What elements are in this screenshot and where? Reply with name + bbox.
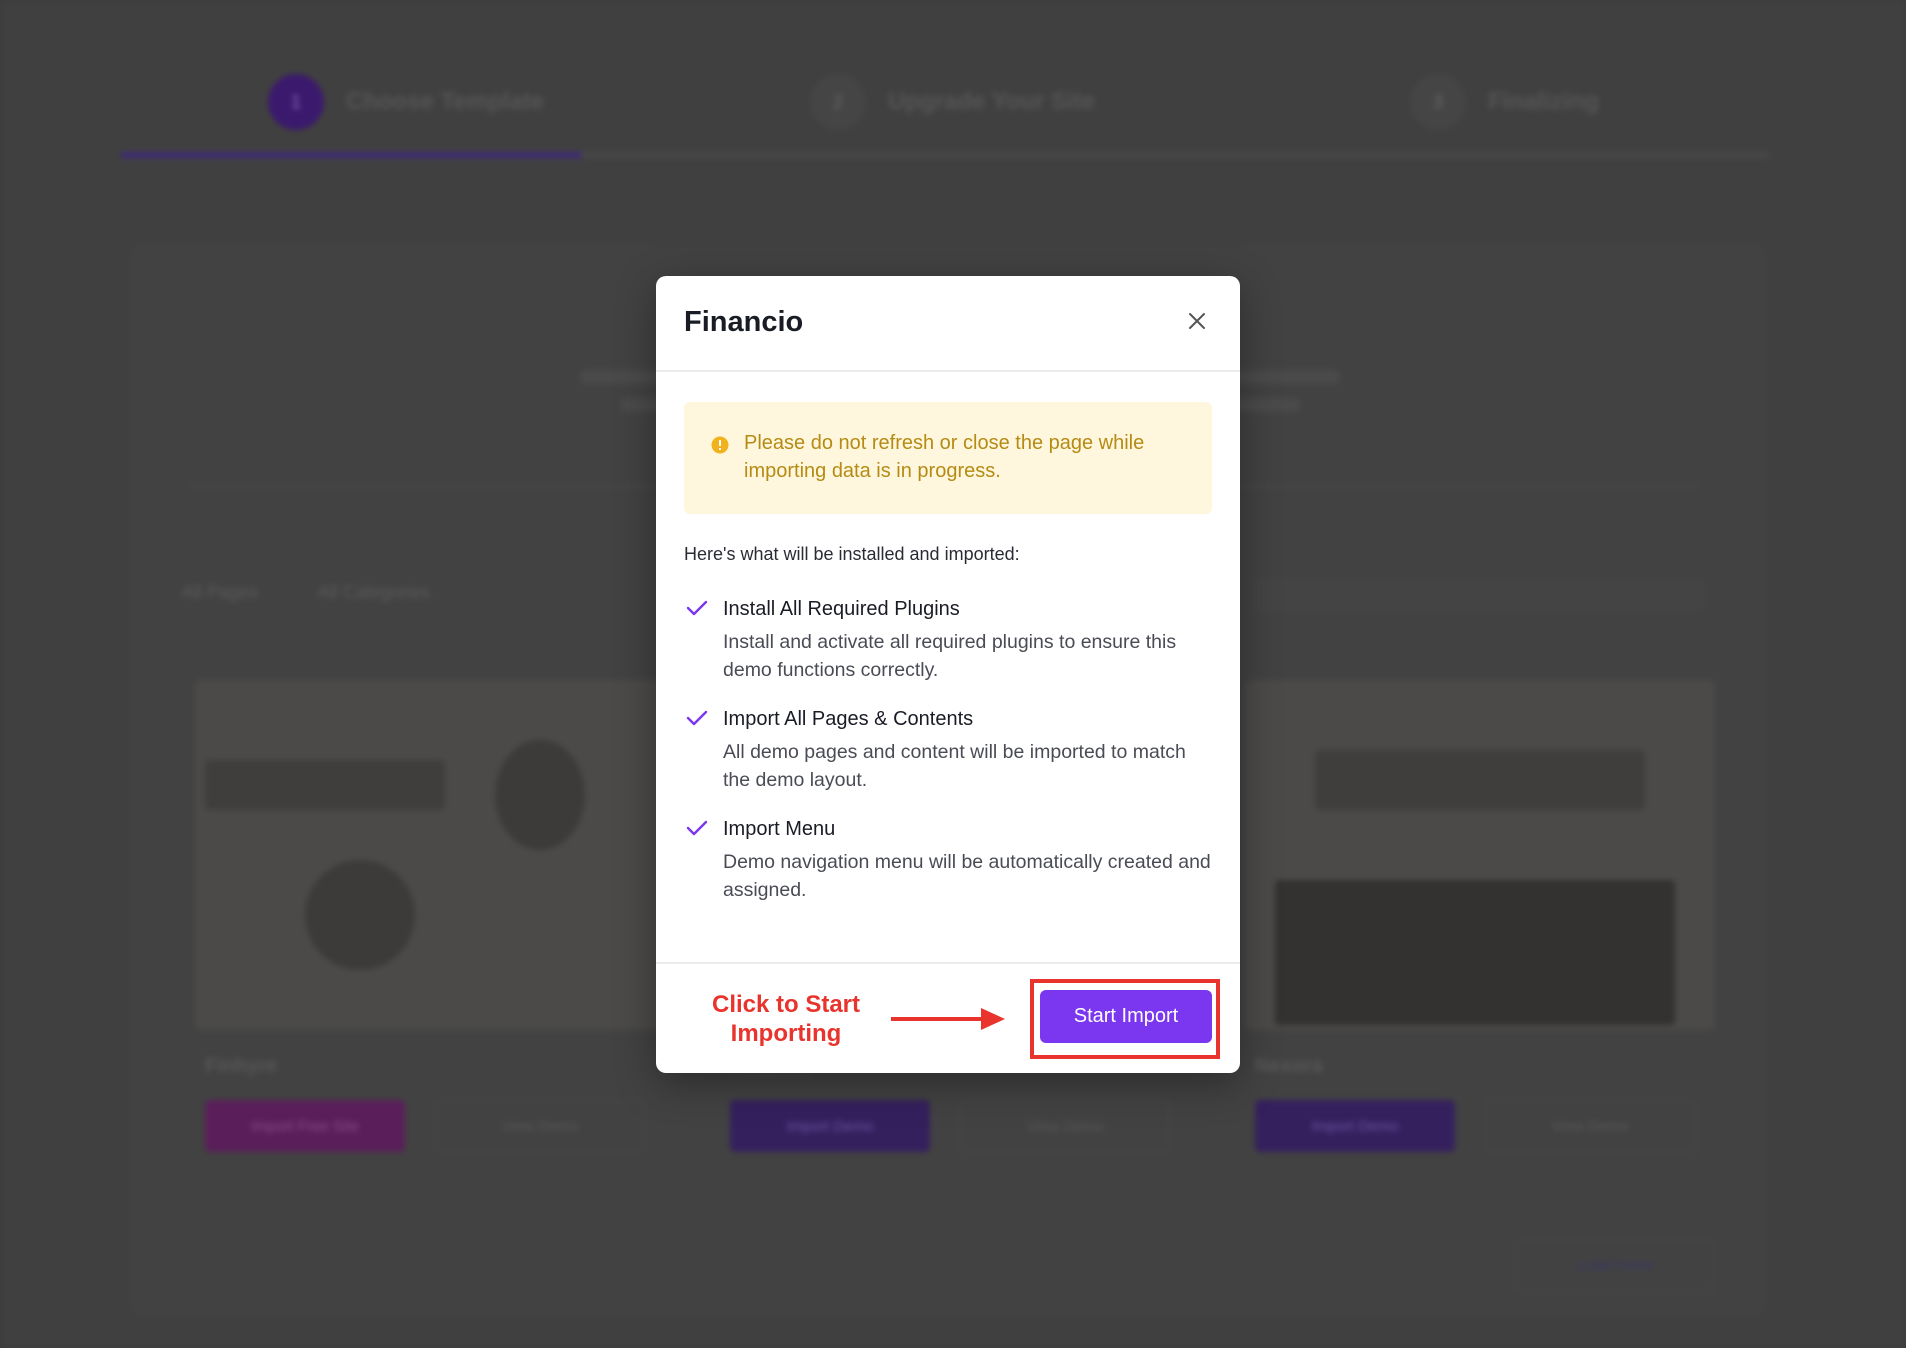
modal-header: Financio xyxy=(656,276,1240,372)
import-modal: Financio Please do not refresh or close … xyxy=(656,276,1240,1073)
close-icon[interactable] xyxy=(1182,306,1212,336)
load-more-button[interactable]: Load more xyxy=(1515,1240,1715,1292)
view-demo-button[interactable]: View Demo xyxy=(960,1100,1170,1152)
view-demo-button[interactable]: View Demo xyxy=(435,1100,645,1152)
import-demo-button[interactable]: Import Demo xyxy=(730,1100,930,1152)
check-icon xyxy=(686,820,708,836)
thumb-headline xyxy=(1315,750,1645,810)
feature-title: Install All Required Plugins xyxy=(723,598,960,620)
feature-description: All demo pages and content will be impor… xyxy=(723,741,1186,791)
feature-description: Install and activate all required plugin… xyxy=(723,631,1177,681)
demo-name: Nexora xyxy=(1255,1055,1323,1077)
thumb-person-image xyxy=(305,860,415,970)
step-number: 3 xyxy=(1410,74,1466,130)
feature-title: Import Menu xyxy=(723,818,836,840)
check-icon xyxy=(686,600,708,616)
search-input[interactable] xyxy=(1255,578,1705,612)
step-finalizing: 3 Finalizing xyxy=(1410,74,1599,130)
thumb-photo xyxy=(1275,880,1675,1025)
setup-steps: 1 Choose Template 2 Upgrade Your Site 3 … xyxy=(120,60,1770,170)
info-icon xyxy=(711,436,729,454)
filter-all-pages[interactable]: All Pages xyxy=(182,582,258,603)
progress-fill xyxy=(120,152,582,158)
step-number: 1 xyxy=(268,74,324,130)
modal-title: Financio xyxy=(684,306,804,338)
demo-thumbnail[interactable] xyxy=(195,680,665,1030)
annotation-text: Click to Start Importing xyxy=(711,991,861,1047)
demo-card: Nexora Import Demo View Demo xyxy=(1245,680,1715,1152)
feature-item: Import All Pages & Contents All demo pag… xyxy=(684,706,1212,794)
step-choose-template: 1 Choose Template xyxy=(268,74,544,130)
warning-text: Please do not refresh or close the page … xyxy=(744,432,1145,482)
check-icon xyxy=(686,710,708,726)
intro-text: Here's what will be installed and import… xyxy=(684,544,1020,564)
arrow-right-icon xyxy=(891,1008,1005,1030)
demo-thumbnail[interactable] xyxy=(1245,680,1715,1030)
thumb-headline xyxy=(205,760,445,810)
step-label: Upgrade Your Site xyxy=(888,88,1096,115)
feature-title: Import All Pages & Contents xyxy=(723,708,974,730)
progress-track xyxy=(120,152,1770,158)
thumb-person-image xyxy=(495,740,585,850)
demo-card: Finhyre Import Free Site View Demo xyxy=(195,680,665,1152)
feature-description: Demo navigation menu will be automatical… xyxy=(723,851,1211,901)
feature-list: Install All Required Plugins Install and… xyxy=(684,596,1212,926)
feature-item: Import Menu Demo navigation menu will be… xyxy=(684,816,1212,904)
step-number: 2 xyxy=(810,74,866,130)
import-demo-button[interactable]: Import Free Site xyxy=(205,1100,405,1152)
demo-name: Finhyre xyxy=(205,1055,278,1077)
view-demo-button[interactable]: View Demo xyxy=(1485,1100,1695,1152)
step-upgrade-site: 2 Upgrade Your Site xyxy=(810,74,1095,130)
warning-notice: Please do not refresh or close the page … xyxy=(684,402,1212,514)
modal-footer: Click to Start Importing Start Import xyxy=(656,962,1240,1073)
step-label: Choose Template xyxy=(346,88,545,115)
import-demo-button[interactable]: Import Demo xyxy=(1255,1100,1455,1152)
filter-all-categories[interactable]: All Categories xyxy=(318,582,430,603)
start-import-button[interactable]: Start Import xyxy=(1040,990,1212,1043)
step-label: Finalizing xyxy=(1488,88,1599,115)
feature-item: Install All Required Plugins Install and… xyxy=(684,596,1212,684)
